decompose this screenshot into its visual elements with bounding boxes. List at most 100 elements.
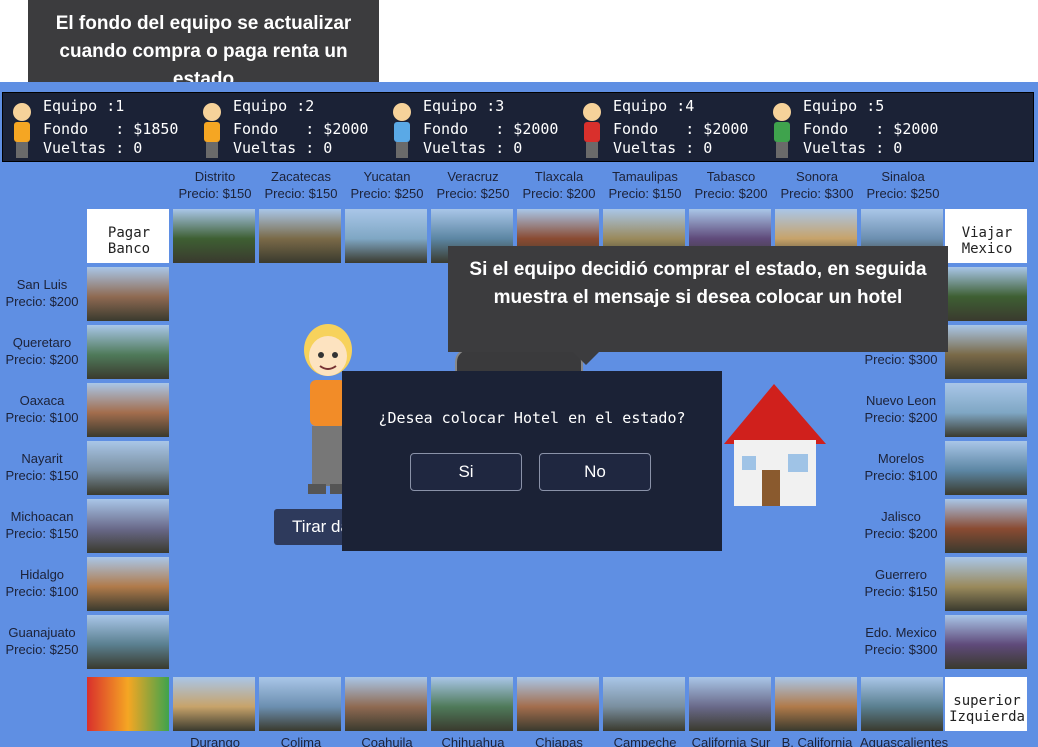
- state-label-bottom: Campeche: [613, 735, 677, 747]
- state-label-bottom: California Sur: [691, 735, 771, 747]
- team-vueltas: Vueltas : 0: [233, 139, 333, 157]
- state-name: Sonora: [796, 169, 838, 184]
- state-label-left: Michoacan Precio: $150: [0, 508, 84, 542]
- state-tile-left: [86, 266, 170, 322]
- state-tile-right: [944, 382, 1028, 438]
- state-label-bottom: Aguascalientes: [860, 735, 949, 747]
- team-avatar-icon: [11, 102, 33, 160]
- state-label-right: Guerrero Precio: $150: [858, 566, 944, 600]
- corner-upper-left-line2: Izquierda: [949, 709, 1025, 725]
- state-label-bottom: B. California: [781, 735, 853, 747]
- state-price: Precio: $300: [780, 186, 854, 201]
- state-name: Veracruz: [447, 169, 499, 184]
- team-vueltas: Vueltas : 0: [803, 139, 903, 157]
- hotel-dialog: ¿Desea colocar Hotel en el estado? Si No: [342, 371, 722, 551]
- corner-travel-mexico-line2: Mexico: [961, 241, 1013, 257]
- state-price: Precio: $250: [866, 186, 940, 201]
- team-vueltas: Vueltas : 0: [423, 139, 523, 157]
- team-panel: Equipo :1 Fondo : $1850 Vueltas : 0: [7, 96, 187, 162]
- state-price: Precio: $200: [694, 186, 768, 201]
- corner-kids-image: [86, 676, 170, 732]
- state-tile-left: [86, 440, 170, 496]
- state-label-top: Veracruz Precio: $250: [430, 168, 516, 202]
- corner-upper-left-text: superior Izquierda: [945, 693, 1027, 725]
- team-panel: Equipo :4 Fondo : $2000 Vueltas : 0: [577, 96, 757, 162]
- state-name: Distrito: [194, 169, 236, 184]
- team-fondo: Fondo : $1850: [43, 120, 179, 138]
- state-label-right: Edo. Mexico Precio: $300: [858, 624, 944, 658]
- no-button[interactable]: No: [539, 453, 651, 491]
- state-name: Jalisco: [881, 509, 921, 524]
- state-tile-left: [86, 324, 170, 380]
- team-avatar-icon: [771, 102, 793, 160]
- state-price: Precio: $150: [864, 584, 938, 599]
- state-name: Michoacan: [10, 509, 74, 524]
- state-price: Precio: $100: [5, 410, 79, 425]
- state-tile-left: [86, 614, 170, 670]
- state-price: Precio: $250: [5, 642, 79, 657]
- state-label-bottom: Colima: [280, 735, 322, 747]
- state-label-top: Distrito Precio: $150: [172, 168, 258, 202]
- state-label-right: Morelos Precio: $100: [858, 450, 944, 484]
- state-label-top: Tamaulipas Precio: $150: [602, 168, 688, 202]
- corner-upper-left: superior Izquierda: [944, 676, 1028, 732]
- corner-travel-mexico-line1: Viajar: [961, 225, 1013, 241]
- state-label-top: Zacatecas Precio: $150: [258, 168, 344, 202]
- state-name: Yucatan: [363, 169, 411, 184]
- state-tile-bottom: [258, 676, 342, 732]
- state-price: Precio: $200: [864, 410, 938, 425]
- team-fondo: Fondo : $2000: [613, 120, 749, 138]
- corner-pay-bank-line2: Banco: [107, 241, 151, 257]
- state-tile-top: [258, 208, 342, 264]
- teams-bar: Equipo :1 Fondo : $1850 Vueltas : 0 Equipo …: [2, 92, 1034, 162]
- state-price: Precio: $200: [5, 294, 79, 309]
- team-avatar-icon: [391, 102, 413, 160]
- team-vueltas: Vueltas : 0: [613, 139, 713, 157]
- state-tile-bottom: [344, 676, 428, 732]
- state-name: Tabasco: [706, 169, 756, 184]
- state-label-top: Tabasco Precio: $200: [688, 168, 774, 202]
- state-label-bottom: Chihuahua: [441, 735, 505, 747]
- state-label-bottom: Coahuila: [361, 735, 413, 747]
- state-price: Precio: $150: [608, 186, 682, 201]
- state-label-top: Tlaxcala Precio: $200: [516, 168, 602, 202]
- state-label-right: Jalisco Precio: $200: [858, 508, 944, 542]
- state-name: Guerrero: [874, 567, 928, 582]
- state-price: Precio: $300: [864, 642, 938, 657]
- state-tile-bottom: [860, 676, 944, 732]
- state-name: Queretaro: [12, 335, 72, 350]
- state-label-top: Yucatan Precio: $250: [344, 168, 430, 202]
- state-price: Precio: $150: [178, 186, 252, 201]
- state-name: Tamaulipas: [612, 169, 678, 184]
- state-price: Precio: $250: [436, 186, 510, 201]
- state-tile-right: [944, 556, 1028, 612]
- state-label-top: Sonora Precio: $300: [774, 168, 860, 202]
- corner-travel-mexico: Viajar Mexico: [944, 208, 1028, 264]
- state-name: Guanajuato: [8, 625, 76, 640]
- state-tile-right: [944, 440, 1028, 496]
- state-tile-top: [344, 208, 428, 264]
- state-price: Precio: $200: [5, 352, 79, 367]
- corner-pay-bank-line1: Pagar: [107, 225, 151, 241]
- hotel-house-image: [718, 382, 830, 512]
- state-price: Precio: $150: [5, 468, 79, 483]
- state-label-left: Guanajuato Precio: $250: [0, 624, 84, 658]
- state-price: Precio: $250: [350, 186, 424, 201]
- state-label-top: Sinaloa Precio: $250: [860, 168, 946, 202]
- corner-upper-left-line1: superior: [953, 693, 1021, 709]
- yes-button[interactable]: Si: [410, 453, 522, 491]
- corner-travel-mexico-text: Viajar Mexico: [945, 225, 1027, 257]
- team-name: Equipo :3: [423, 97, 505, 115]
- tooltip-hotel-text: Si el equipo decidió comprar el estado, …: [469, 259, 927, 308]
- state-tile-right: [944, 324, 1028, 380]
- state-tile-bottom: [516, 676, 600, 732]
- state-tile-right: [944, 266, 1028, 322]
- state-tile-right: [944, 498, 1028, 554]
- state-name: Oaxaca: [19, 393, 65, 408]
- state-label-bottom: Chiapas: [535, 735, 583, 747]
- state-name: Edo. Mexico: [865, 625, 937, 640]
- state-name: Hidalgo: [19, 567, 65, 582]
- tooltip-fondo-text: El fondo del equipo se actualizar cuando…: [55, 13, 352, 90]
- team-panel: Equipo :2 Fondo : $2000 Vueltas : 0: [197, 96, 377, 162]
- state-price: Precio: $150: [264, 186, 338, 201]
